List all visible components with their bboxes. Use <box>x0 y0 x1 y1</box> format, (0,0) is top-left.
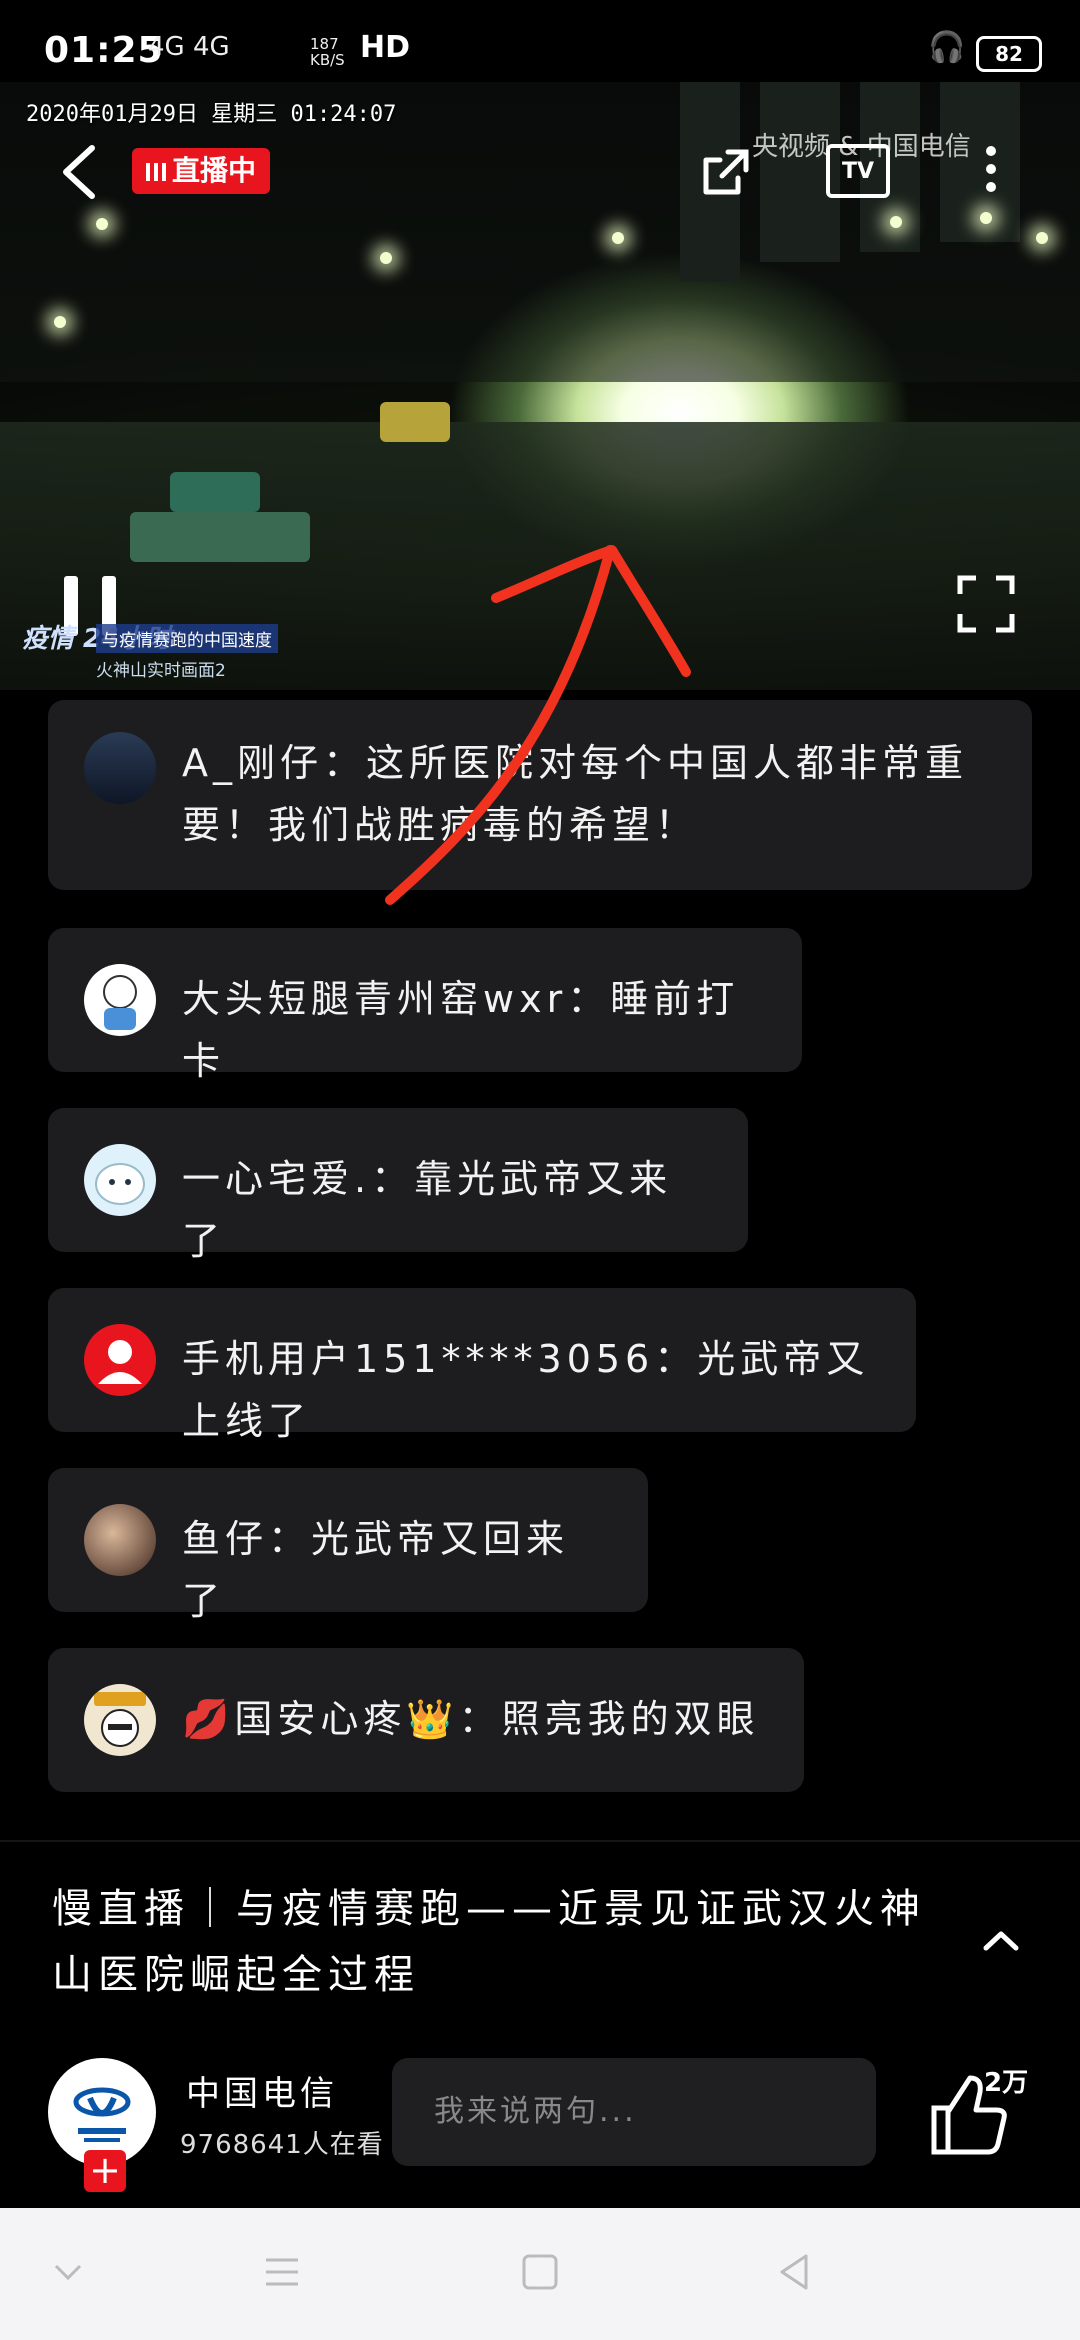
expand-button[interactable] <box>980 1920 1022 1962</box>
down-icon[interactable] <box>48 2252 88 2292</box>
menu-icon[interactable] <box>262 2252 302 2292</box>
comment-input-placeholder: 我来说两句... <box>434 2094 637 2129</box>
section-divider <box>0 1840 1080 1842</box>
viewer-count: 9768641人在看 <box>180 2130 384 2160</box>
back-icon[interactable] <box>774 2252 814 2292</box>
program-title: 慢直播｜与疫情赛跑——近景见证武汉火神山医院崛起全过程 <box>52 1886 926 1998</box>
channel-name: 中国电信 <box>186 2074 338 2114</box>
chevron-up-icon <box>983 1931 1019 1951</box>
home-icon[interactable] <box>520 2252 560 2292</box>
comment-input[interactable]: 我来说两句... <box>392 2058 876 2166</box>
follow-plus-icon[interactable]: + <box>84 2150 126 2192</box>
system-navigation-bar <box>0 2208 1080 2340</box>
like-count: 2万 <box>984 2068 1029 2098</box>
channel-avatar[interactable]: + <box>48 2058 156 2192</box>
